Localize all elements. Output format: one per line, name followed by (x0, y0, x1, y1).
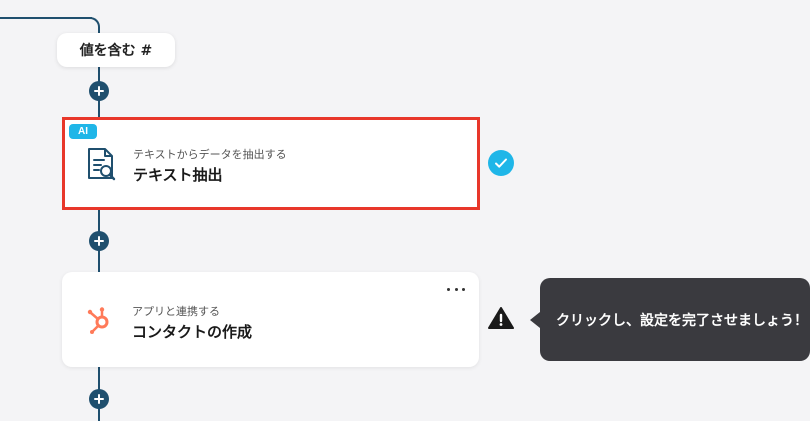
step-subtitle: アプリと連携する (132, 305, 220, 318)
warning-icon (488, 307, 514, 329)
more-options-button[interactable] (447, 284, 465, 294)
document-search-icon (88, 148, 116, 181)
step-subtitle: テキストからデータを抽出する (133, 148, 287, 161)
tooltip-arrow (530, 312, 540, 328)
hubspot-icon (87, 307, 109, 334)
add-step-button[interactable] (89, 231, 109, 251)
setup-tooltip: クリックし、設定を完了させましょう！ (540, 278, 810, 361)
plus-icon (94, 86, 104, 96)
add-step-button[interactable] (89, 389, 109, 409)
step-card-text-extraction[interactable]: AI テキストからデータを抽出する テキスト抽出 (62, 117, 480, 210)
add-step-button[interactable] (89, 81, 109, 101)
check-icon (488, 150, 514, 176)
connector-line (0, 17, 92, 19)
condition-chip[interactable]: 値を含む # (57, 33, 175, 67)
ai-badge: AI (69, 124, 97, 139)
step-title: テキスト抽出 (133, 166, 223, 184)
step-card-create-contact[interactable]: アプリと連携する コンタクトの作成 (62, 272, 479, 367)
plus-icon (94, 394, 104, 404)
step-title: コンタクトの作成 (132, 323, 253, 341)
condition-chip-label: 値を含む # (79, 43, 153, 59)
flow-canvas: 値を含む # AI テキストからデータを抽出する テキスト抽出 アプリと連携する… (0, 0, 810, 421)
tooltip-text: クリックし、設定を完了させましょう！ (556, 312, 808, 329)
plus-icon (94, 236, 104, 246)
